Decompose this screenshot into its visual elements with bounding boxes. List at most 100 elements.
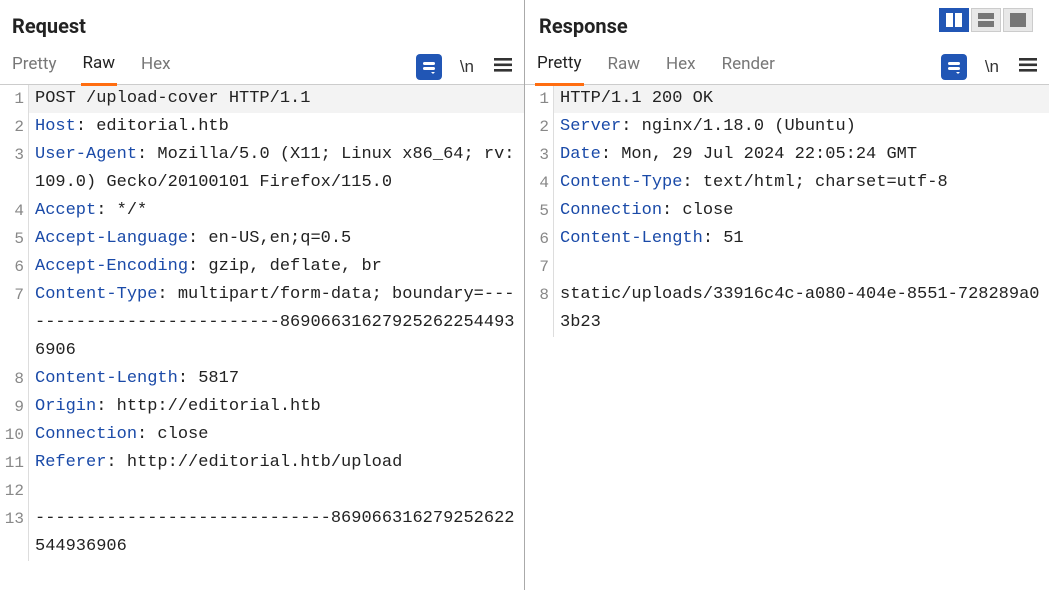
line-content[interactable]: Accept-Encoding: gzip, deflate, br	[28, 253, 524, 281]
editor-line: 3User-Agent: Mozilla/5.0 (X11; Linux x86…	[0, 141, 524, 197]
header-name: Content-Type	[560, 173, 682, 192]
line-number: 10	[0, 421, 28, 449]
text-segment: : en-US,en;q=0.5	[188, 229, 351, 248]
line-number: 6	[0, 253, 28, 281]
editor-line: 8static/uploads/33916c4c-a080-404e-8551-…	[525, 281, 1049, 337]
line-content[interactable]: User-Agent: Mozilla/5.0 (X11; Linux x86_…	[28, 141, 524, 197]
header-name: Content-Length	[560, 229, 703, 248]
editor-line: 2Host: editorial.htb	[0, 113, 524, 141]
line-content[interactable]: Connection: close	[553, 197, 1049, 225]
text-segment: : gzip, deflate, br	[188, 257, 382, 276]
editor-line: 6Content-Length: 51	[525, 225, 1049, 253]
line-content[interactable]: Origin: http://editorial.htb	[28, 393, 524, 421]
text-segment: : http://editorial.htb/upload	[106, 453, 402, 472]
text-segment: : nginx/1.18.0 (Ubuntu)	[621, 117, 856, 136]
editor-line: 4Content-Type: text/html; charset=utf-8	[525, 169, 1049, 197]
header-name: Referer	[35, 453, 106, 472]
line-number: 9	[0, 393, 28, 421]
line-content[interactable]: -----------------------------86906631627…	[28, 505, 524, 561]
line-number: 2	[525, 113, 553, 141]
line-number: 3	[525, 141, 553, 169]
header-name: Host	[35, 117, 76, 136]
line-content[interactable]: Content-Length: 51	[553, 225, 1049, 253]
actions-icon[interactable]	[941, 54, 967, 80]
editor-line: 3Date: Mon, 29 Jul 2024 22:05:24 GMT	[525, 141, 1049, 169]
editor-line: 13-----------------------------869066316…	[0, 505, 524, 561]
line-number: 12	[0, 477, 28, 505]
newline-toggle[interactable]: \n	[983, 57, 1001, 77]
tab-request-hex[interactable]: Hex	[139, 50, 173, 84]
header-name: Accept	[35, 201, 96, 220]
request-panel: Request Pretty Raw Hex \n 1POST /upload-…	[0, 0, 525, 590]
line-content[interactable]: Referer: http://editorial.htb/upload	[28, 449, 524, 477]
response-panel: Response Pretty Raw Hex Render \n 1HTTP/…	[525, 0, 1049, 590]
header-name: Content-Type	[35, 285, 157, 304]
line-content[interactable]: static/uploads/33916c4c-a080-404e-8551-7…	[553, 281, 1049, 337]
editor-line: 1 HTTP/1.1 200 OK	[525, 85, 1049, 113]
editor-line: 7	[525, 253, 1049, 281]
editor-line: 8Content-Length: 5817	[0, 365, 524, 393]
line-content[interactable]: Accept-Language: en-US,en;q=0.5	[28, 225, 524, 253]
line-content[interactable]: HTTP/1.1 200 OK	[553, 85, 1049, 113]
header-name: User-Agent	[35, 145, 137, 164]
line-content[interactable]: Date: Mon, 29 Jul 2024 22:05:24 GMT	[553, 141, 1049, 169]
line-content[interactable]: Connection: close	[28, 421, 524, 449]
line-content[interactable]: Content-Type: text/html; charset=utf-8	[553, 169, 1049, 197]
editor-line: 6Accept-Encoding: gzip, deflate, br	[0, 253, 524, 281]
editor-line: 7Content-Type: multipart/form-data; boun…	[0, 281, 524, 365]
tab-response-raw[interactable]: Raw	[606, 50, 643, 84]
text-segment: : close	[662, 201, 733, 220]
line-number: 1	[525, 85, 553, 113]
line-content[interactable]: POST /upload-cover HTTP/1.1	[28, 85, 524, 113]
line-number: 2	[0, 113, 28, 141]
line-content[interactable]: Content-Length: 5817	[28, 365, 524, 393]
line-number: 13	[0, 505, 28, 533]
text-segment: : Mon, 29 Jul 2024 22:05:24 GMT	[601, 145, 917, 164]
header-name: Date	[560, 145, 601, 164]
editor-line: 5Accept-Language: en-US,en;q=0.5	[0, 225, 524, 253]
line-content[interactable]	[553, 253, 1049, 281]
header-name: Origin	[35, 397, 96, 416]
tab-request-pretty[interactable]: Pretty	[10, 50, 59, 84]
line-number: 6	[525, 225, 553, 253]
header-name: Accept-Language	[35, 229, 188, 248]
text-segment: POST /upload-cover HTTP/1.1	[35, 89, 310, 108]
line-number: 7	[0, 281, 28, 309]
tab-response-hex[interactable]: Hex	[664, 50, 698, 84]
text-segment: : 5817	[178, 369, 239, 388]
text-segment: : http://editorial.htb	[96, 397, 320, 416]
menu-icon[interactable]	[492, 57, 514, 77]
header-name: Server	[560, 117, 621, 136]
tab-request-raw[interactable]: Raw	[81, 49, 118, 86]
text-segment: : editorial.htb	[76, 117, 229, 136]
line-content[interactable]: Accept: */*	[28, 197, 524, 225]
editor-line: 1 POST /upload-cover HTTP/1.1	[0, 85, 524, 113]
line-number: 11	[0, 449, 28, 477]
line-content[interactable]: Content-Type: multipart/form-data; bound…	[28, 281, 524, 365]
line-content[interactable]	[28, 477, 524, 505]
tab-response-pretty[interactable]: Pretty	[535, 49, 584, 86]
request-tabs: Pretty Raw Hex \n	[0, 44, 524, 84]
line-number: 3	[0, 141, 28, 169]
line-content[interactable]: Host: editorial.htb	[28, 113, 524, 141]
header-name: Connection	[560, 201, 662, 220]
line-number: 5	[0, 225, 28, 253]
text-segment: : 51	[703, 229, 744, 248]
editor-line: 9Origin: http://editorial.htb	[0, 393, 524, 421]
text-segment: HTTP/1.1 200 OK	[560, 89, 713, 108]
menu-icon[interactable]	[1017, 57, 1039, 77]
editor-line: 4Accept: */*	[0, 197, 524, 225]
line-content[interactable]: Server: nginx/1.18.0 (Ubuntu)	[553, 113, 1049, 141]
actions-icon[interactable]	[416, 54, 442, 80]
response-tabs: Pretty Raw Hex Render \n	[525, 44, 1049, 84]
newline-toggle[interactable]: \n	[458, 57, 476, 77]
request-editor[interactable]: 1POST /upload-cover HTTP/1.12Host: edito…	[0, 84, 524, 590]
editor-line: 2Server: nginx/1.18.0 (Ubuntu)	[525, 113, 1049, 141]
line-number: 4	[525, 169, 553, 197]
text-segment: static/uploads/33916c4c-a080-404e-8551-7…	[560, 285, 1039, 332]
panels: Request Pretty Raw Hex \n 1POST /upload-…	[0, 0, 1049, 590]
tab-response-render[interactable]: Render	[720, 50, 777, 84]
line-number: 1	[0, 85, 28, 113]
response-editor[interactable]: 1HTTP/1.1 200 OK2Server: nginx/1.18.0 (U…	[525, 84, 1049, 590]
line-number: 4	[0, 197, 28, 225]
